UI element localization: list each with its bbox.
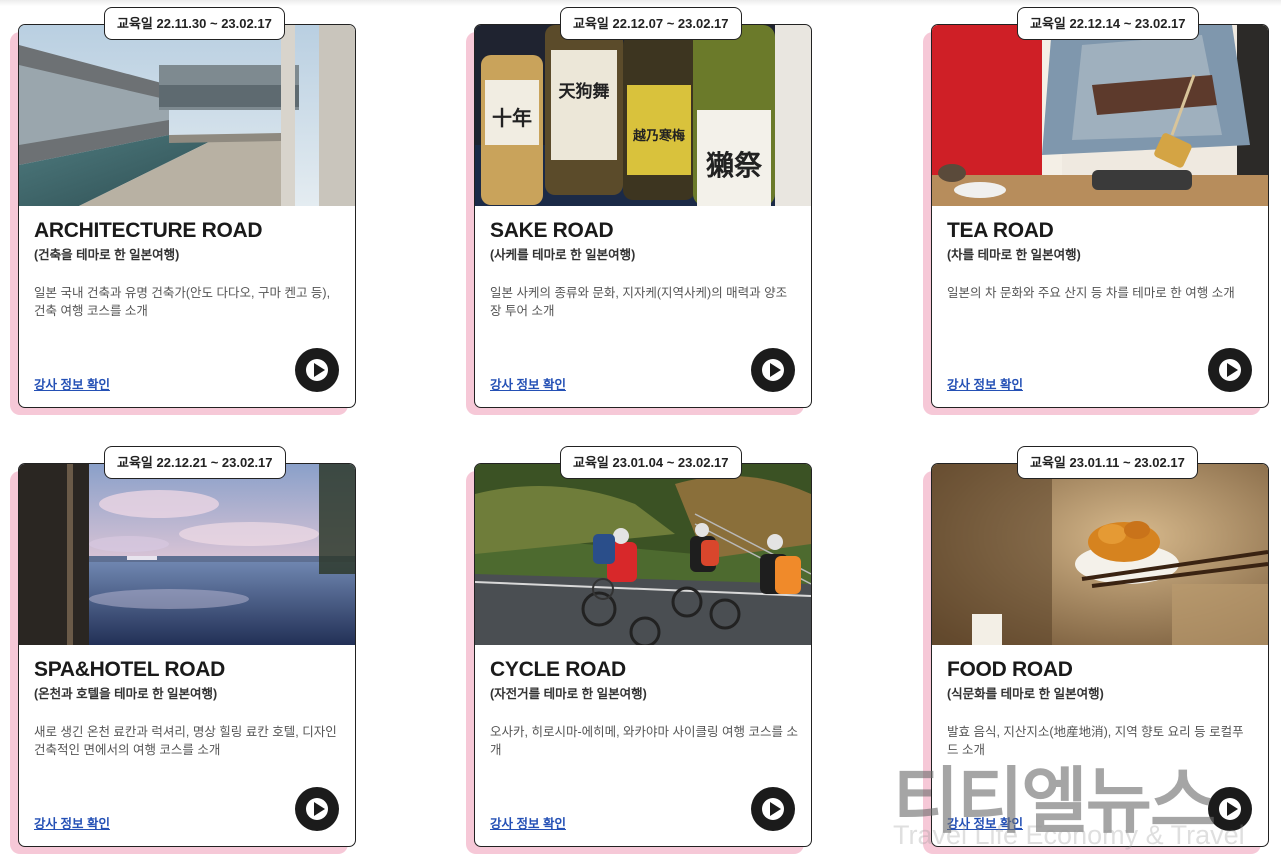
instructor-info-link[interactable]: 강사 정보 확인 xyxy=(34,813,110,832)
course-card-food: FOOD ROAD (식문화를 테마로 한 일본여행) 발효 음식, 지산지소(… xyxy=(923,446,1277,855)
course-card-architecture: ARCHITECTURE ROAD (건축을 테마로 한 일본여행) 일본 국내… xyxy=(10,7,364,416)
bottle-label-4: 獺祭 xyxy=(706,150,763,181)
course-card-cycle: CYCLE ROAD (자전거를 테마로 한 일본여행) 오사카, 히로시마-에… xyxy=(466,446,820,855)
card-subtitle: (온천과 호텔을 테마로 한 일본여행) xyxy=(34,687,218,701)
card-body: CYCLE ROAD (자전거를 테마로 한 일본여행) 오사카, 히로시마-에… xyxy=(474,463,812,847)
instructor-info-link[interactable]: 강사 정보 확인 xyxy=(490,374,566,393)
sushi-photo xyxy=(932,464,1268,645)
card-description: 일본 국내 건축과 유명 건축가(안도 다다오, 구마 켄고 등), 건축 여행… xyxy=(34,286,331,318)
date-badge: 교육일 22.12.21 ~ 23.02.17 xyxy=(104,446,286,479)
card-body: FOOD ROAD (식문화를 테마로 한 일본여행) 발효 음식, 지산지소(… xyxy=(931,463,1269,847)
spa-hotel-photo xyxy=(19,464,355,645)
card-description: 일본 사케의 종류와 문화, 지자케(지역사케)의 매력과 양조장 투어 소개 xyxy=(490,286,788,318)
date-badge: 교육일 23.01.11 ~ 23.02.17 xyxy=(1017,446,1198,479)
course-card-sake: 十年 天狗舞 越乃寒梅 獺祭 SAKE ROAD (사케를 테마로 한 일본여행… xyxy=(466,7,820,416)
date-badge: 교육일 22.12.07 ~ 23.02.17 xyxy=(560,7,742,40)
card-body: ARCHITECTURE ROAD (건축을 테마로 한 일본여행) 일본 국내… xyxy=(18,24,356,408)
play-circle-icon[interactable] xyxy=(1208,348,1252,392)
date-badge: 교육일 23.01.04 ~ 23.02.17 xyxy=(560,446,742,479)
card-subtitle: (자전거를 테마로 한 일본여행) xyxy=(490,687,647,701)
card-title: SPA&HOTEL ROAD xyxy=(34,658,226,681)
play-circle-icon[interactable] xyxy=(751,348,795,392)
play-circle-icon[interactable] xyxy=(751,787,795,831)
card-body: TEA ROAD (차를 테마로 한 일본여행) 일본의 차 문화와 주요 산지… xyxy=(931,24,1269,408)
instructor-info-link[interactable]: 강사 정보 확인 xyxy=(947,813,1023,832)
card-title: TEA ROAD xyxy=(947,219,1054,242)
architecture-photo xyxy=(19,25,355,206)
card-title: FOOD ROAD xyxy=(947,658,1073,681)
card-subtitle: (사케를 테마로 한 일본여행) xyxy=(490,248,636,262)
card-subtitle: (건축을 테마로 한 일본여행) xyxy=(34,248,180,262)
card-subtitle: (차를 테마로 한 일본여행) xyxy=(947,248,1081,262)
card-description: 오사카, 히로시마-에히메, 와카야마 사이클링 여행 코스를 소개 xyxy=(490,725,798,757)
instructor-info-link[interactable]: 강사 정보 확인 xyxy=(34,374,110,393)
date-badge: 교육일 22.12.14 ~ 23.02.17 xyxy=(1017,7,1199,40)
card-title: SAKE ROAD xyxy=(490,219,614,242)
card-title: CYCLE ROAD xyxy=(490,658,626,681)
cycling-photo xyxy=(475,464,811,645)
play-circle-icon[interactable] xyxy=(295,787,339,831)
card-description: 새로 생긴 온천 료칸과 럭셔리, 명상 힐링 료칸 호텔, 디자인 건축적인 … xyxy=(34,725,337,757)
bottle-label-3: 越乃寒梅 xyxy=(632,128,685,143)
card-title: ARCHITECTURE ROAD xyxy=(34,219,263,242)
course-card-spa-hotel: SPA&HOTEL ROAD (온천과 호텔을 테마로 한 일본여행) 새로 생… xyxy=(10,446,364,855)
tea-ceremony-photo xyxy=(932,25,1268,206)
bottle-label-1: 十年 xyxy=(492,106,532,130)
instructor-info-link[interactable]: 강사 정보 확인 xyxy=(490,813,566,832)
instructor-info-link[interactable]: 강사 정보 확인 xyxy=(947,374,1023,393)
card-body: SPA&HOTEL ROAD (온천과 호텔을 테마로 한 일본여행) 새로 생… xyxy=(18,463,356,847)
play-circle-icon[interactable] xyxy=(295,348,339,392)
card-subtitle: (식문화를 테마로 한 일본여행) xyxy=(947,687,1104,701)
top-divider xyxy=(0,0,1281,6)
play-circle-icon[interactable] xyxy=(1208,787,1252,831)
date-badge: 교육일 22.11.30 ~ 23.02.17 xyxy=(104,7,285,40)
course-card-tea: TEA ROAD (차를 테마로 한 일본여행) 일본의 차 문화와 주요 산지… xyxy=(923,7,1277,416)
card-body: 十年 天狗舞 越乃寒梅 獺祭 SAKE ROAD (사케를 테마로 한 일본여행… xyxy=(474,24,812,408)
sake-photo: 十年 天狗舞 越乃寒梅 獺祭 xyxy=(475,25,811,206)
card-description: 일본의 차 문화와 주요 산지 등 차를 테마로 한 여행 소개 xyxy=(947,286,1235,300)
card-description: 발효 음식, 지산지소(地産地消), 지역 향토 요리 등 로컬푸드 소개 xyxy=(947,725,1244,757)
bottle-label-2: 天狗舞 xyxy=(559,81,610,101)
